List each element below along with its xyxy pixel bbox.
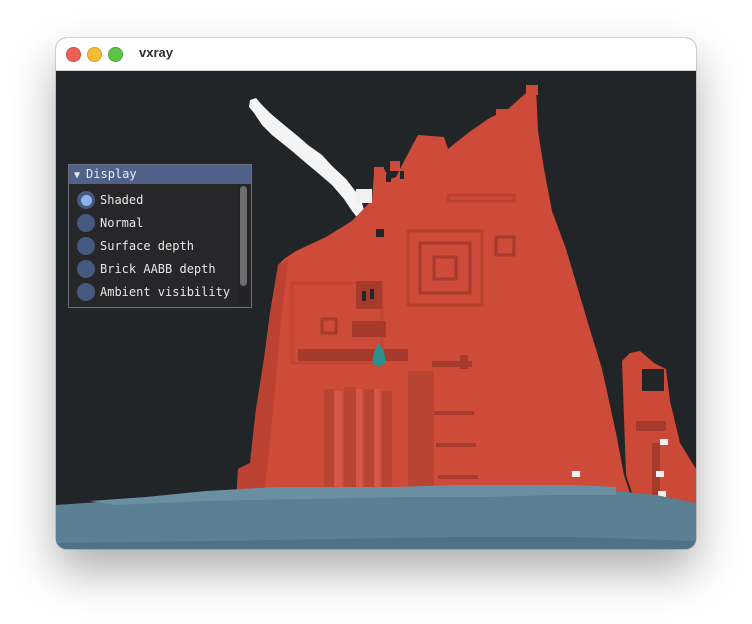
close-button[interactable]	[66, 47, 81, 62]
radio-button-icon[interactable]	[77, 191, 95, 209]
radio-label: Brick AABB depth	[100, 262, 216, 276]
collapse-triangle-icon[interactable]: ▼	[74, 166, 80, 185]
scrollbar-thumb[interactable]	[240, 186, 247, 286]
radio-surface-depth[interactable]: Surface depth	[77, 236, 194, 256]
display-panel: ▼ Display Shaded Normal Surface depth Bri…	[68, 164, 252, 308]
minimize-button[interactable]	[87, 47, 102, 62]
radio-normal[interactable]: Normal	[77, 213, 143, 233]
radio-label: Shaded	[100, 193, 144, 207]
radio-button-icon[interactable]	[77, 260, 95, 278]
radio-label: Surface depth	[100, 239, 194, 253]
voxel-scene	[56, 71, 696, 549]
panel-title: Display	[86, 167, 137, 181]
radio-label: Ambient visibility	[100, 285, 231, 299]
display-panel-header[interactable]: ▼ Display	[69, 165, 251, 184]
window-title: vxray	[139, 45, 173, 60]
radio-brick-aabb-depth[interactable]: Brick AABB depth	[77, 259, 216, 279]
title-bar[interactable]: vxray	[56, 38, 696, 71]
radio-selected-dot	[80, 194, 92, 206]
radio-button-icon[interactable]	[77, 237, 95, 255]
radio-ambient-visibility[interactable]: Ambient visibility	[77, 282, 230, 302]
render-viewport[interactable]: ▼ Display Shaded Normal Surface depth Bri…	[56, 71, 696, 549]
radio-button-icon[interactable]	[77, 283, 95, 301]
radio-button-icon[interactable]	[77, 214, 95, 232]
panel-scrollbar[interactable]	[237, 184, 250, 306]
zoom-button[interactable]	[108, 47, 123, 62]
radio-shaded[interactable]: Shaded	[77, 190, 143, 210]
app-window: vxray ▼ Display Shaded Normal Surface de…	[56, 38, 696, 549]
radio-label: Normal	[100, 216, 144, 230]
